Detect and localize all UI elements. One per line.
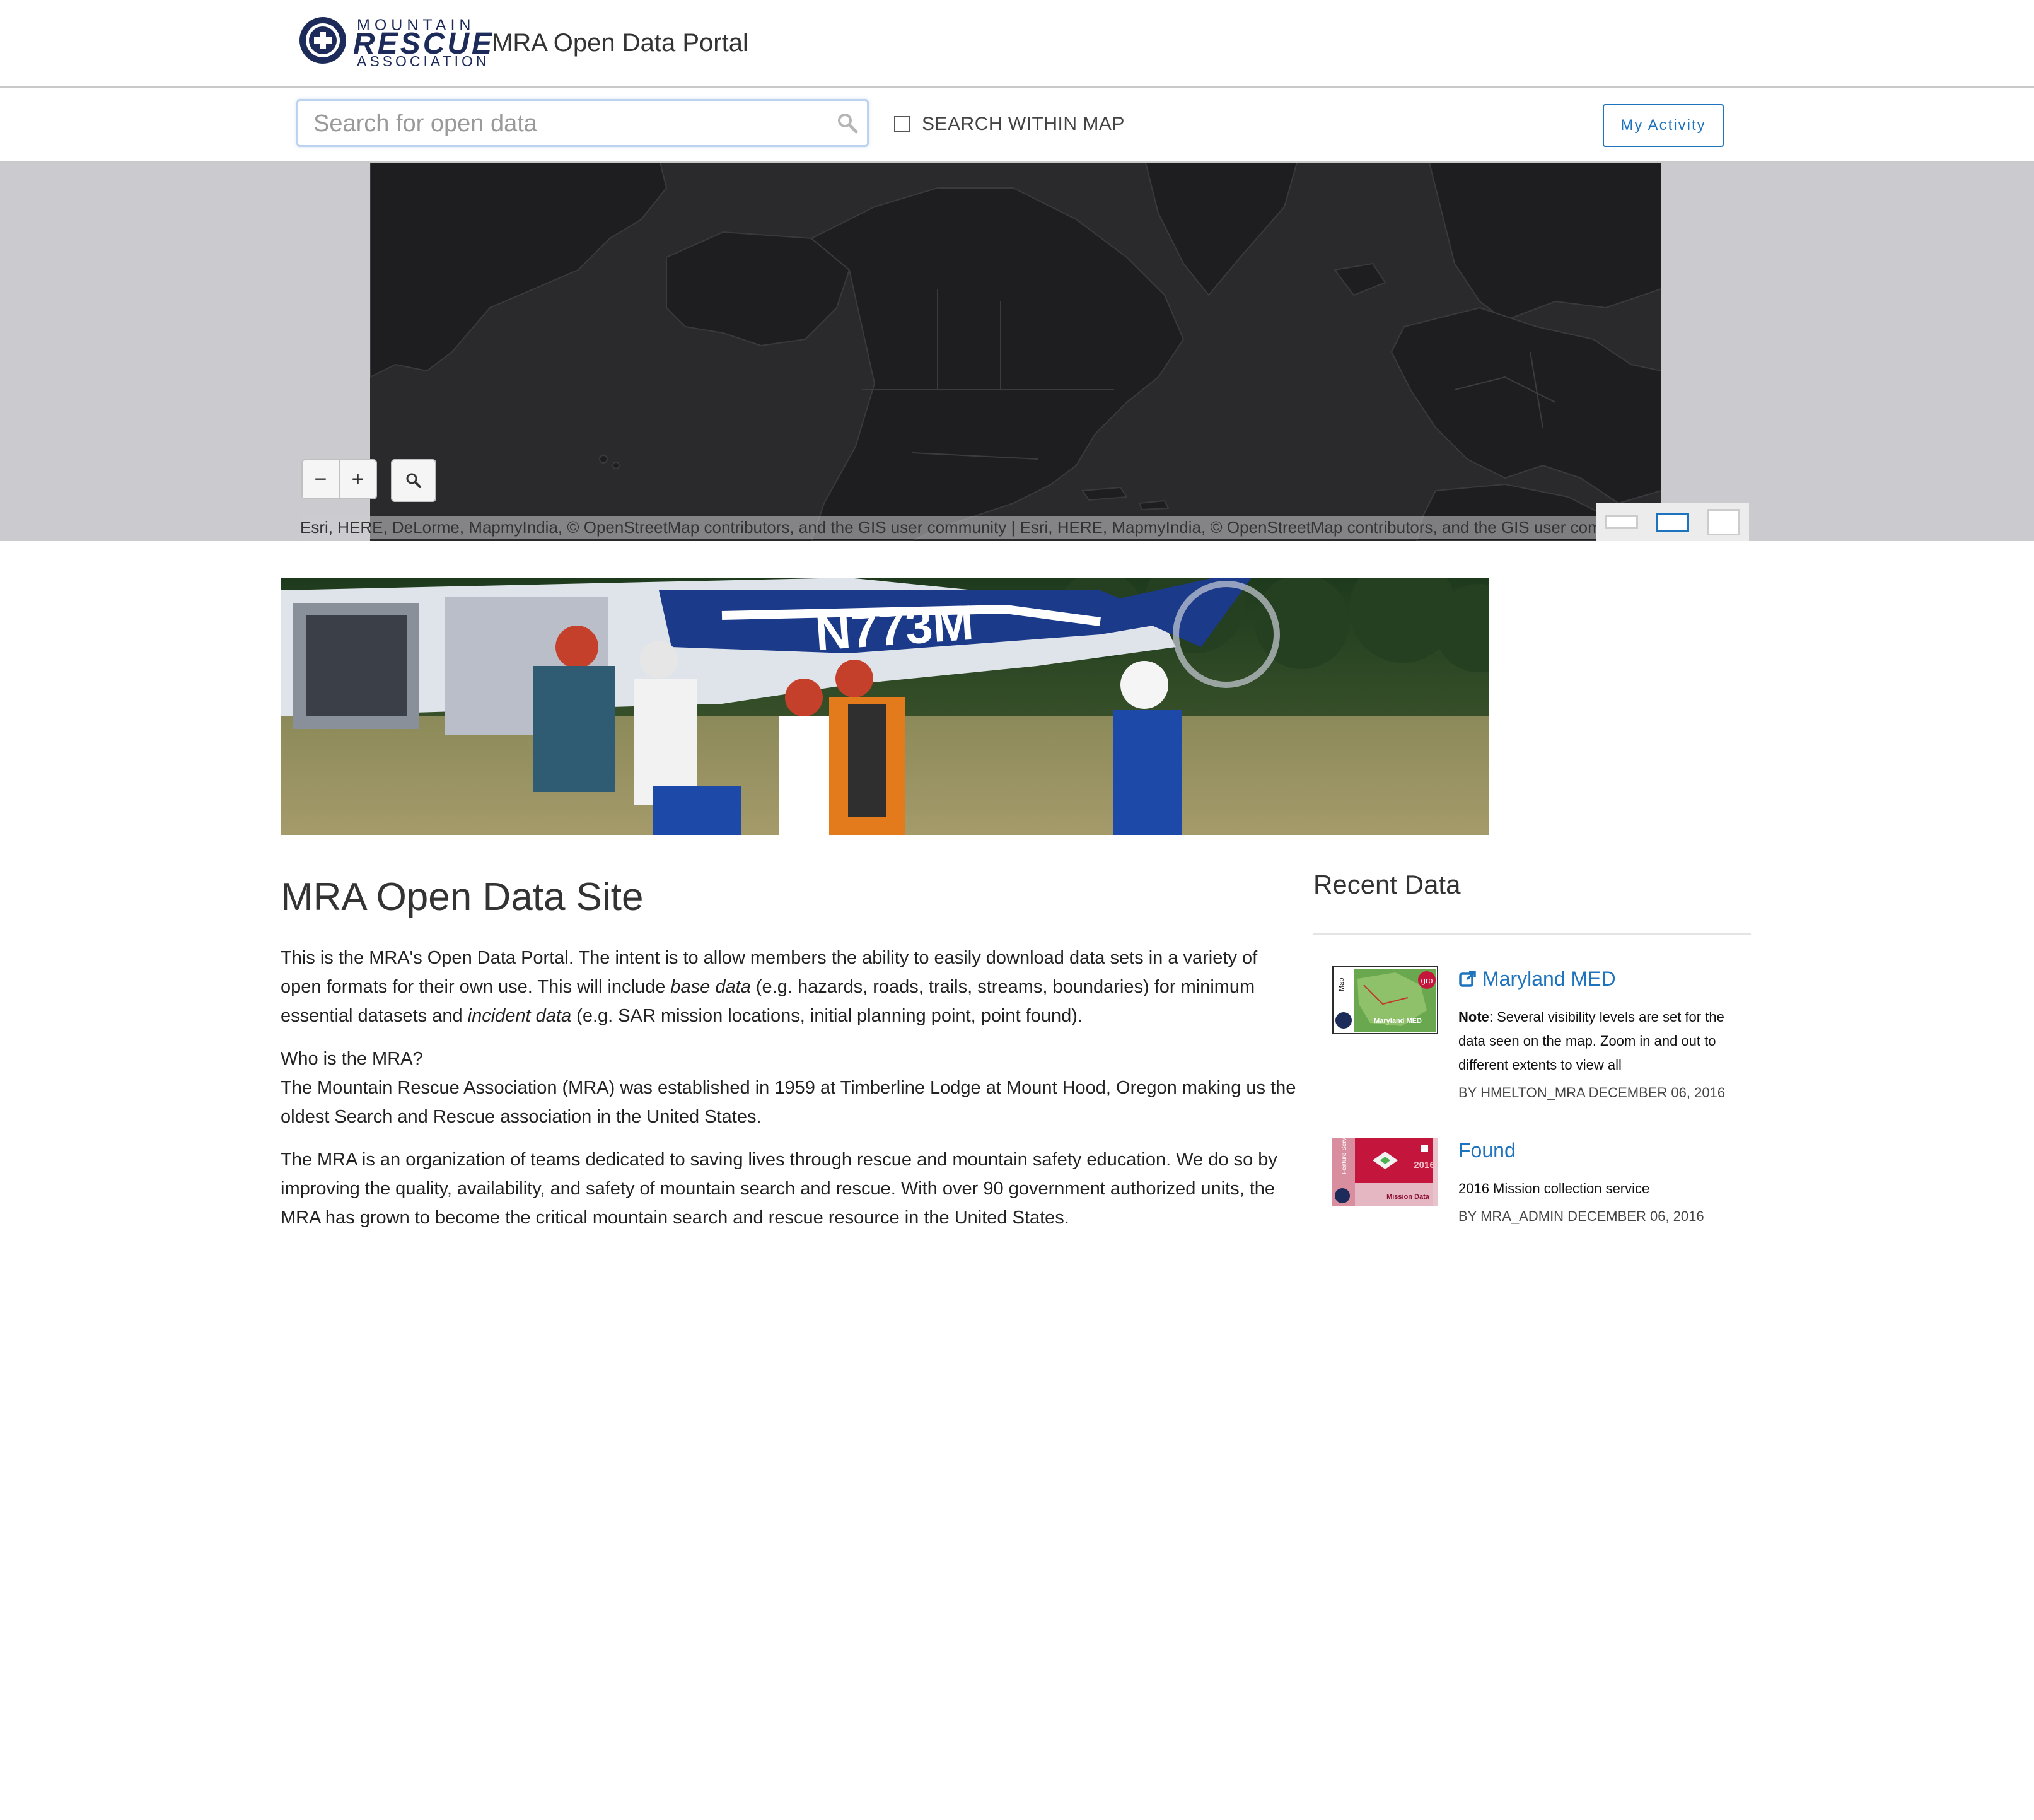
note-label: Note bbox=[1458, 1009, 1489, 1025]
zoom-in-button[interactable]: + bbox=[339, 460, 376, 498]
map-section: − + Esri, HERE, DeLorme, MapmyIndia, © O… bbox=[0, 163, 2034, 541]
thumb-caption: Mission Data bbox=[1386, 1193, 1430, 1201]
main-content: MRA Open Data Site This is the MRA's Ope… bbox=[281, 870, 1299, 1232]
external-link-icon bbox=[1459, 971, 1476, 987]
recent-item-maryland-med: grp Map Maryland MED Maryland MED Note: … bbox=[1313, 966, 1751, 1138]
intro-base-data-em: base data bbox=[670, 977, 751, 997]
intro-paragraph: This is the MRA's Open Data Portal. The … bbox=[281, 943, 1299, 1030]
recent-item-body: Found 2016 Mission collection service BY… bbox=[1458, 1138, 1736, 1230]
search-within-map-toggle[interactable]: SEARCH WITHIN MAP bbox=[894, 110, 1125, 138]
rescue-helicopter-photo: N773M bbox=[281, 578, 1489, 835]
basemap-option-medium-icon[interactable] bbox=[1656, 513, 1689, 532]
thumb-type-label: Feature Service bbox=[1341, 1138, 1348, 1174]
page-title: MRA Open Data Site bbox=[281, 875, 644, 919]
search-within-map-label: SEARCH WITHIN MAP bbox=[922, 114, 1125, 134]
search-toolbar: SEARCH WITHIN MAP My Activity bbox=[0, 88, 2034, 163]
search-box bbox=[296, 99, 869, 147]
who-text: The Mountain Rescue Association (MRA) wa… bbox=[281, 1078, 1296, 1127]
recent-item-found: 2016 Feature Service Mission Data Found … bbox=[1313, 1138, 1751, 1239]
portal-title[interactable]: MRA Open Data Portal bbox=[492, 29, 748, 57]
map-search-button[interactable] bbox=[391, 459, 436, 502]
found-link[interactable]: Found bbox=[1458, 1138, 1736, 1163]
who-heading: Who is the MRA? bbox=[281, 1049, 423, 1069]
basemap-switcher bbox=[1596, 503, 1749, 541]
zoom-controls: − + bbox=[301, 459, 377, 499]
search-input[interactable] bbox=[312, 101, 819, 146]
recent-data-sidebar: Recent Data grp Map Maryland MED Marylan… bbox=[1313, 865, 1751, 1239]
found-title: Found bbox=[1458, 1139, 1516, 1162]
map-attribution: Esri, HERE, DeLorme, MapmyIndia, © OpenS… bbox=[300, 516, 1598, 539]
intro-incident-data-em: incident data bbox=[467, 1006, 572, 1026]
svg-text:N773M: N773M bbox=[813, 595, 975, 661]
search-within-map-checkbox[interactable] bbox=[894, 116, 910, 132]
intro-text-c: (e.g. SAR mission locations, initial pla… bbox=[571, 1006, 1083, 1026]
my-activity-button[interactable]: My Activity bbox=[1603, 104, 1724, 147]
maryland-med-meta: BY HMELTON_MRA DECEMBER 06, 2016 bbox=[1458, 1085, 1726, 1100]
found-meta: BY MRA_ADMIN DECEMBER 06, 2016 bbox=[1458, 1208, 1704, 1224]
thumb-caption: Maryland MED bbox=[1374, 1017, 1422, 1025]
basemap-option-large-icon[interactable] bbox=[1707, 509, 1740, 535]
magnifier-icon bbox=[406, 473, 421, 488]
maryland-med-title: Maryland MED bbox=[1482, 967, 1616, 990]
logo-line-association: ASSOCIATION bbox=[357, 53, 490, 69]
found-thumbnail[interactable]: 2016 Feature Service Mission Data bbox=[1332, 1138, 1438, 1206]
who-paragraph: Who is the MRA? The Mountain Rescue Assoc… bbox=[281, 1044, 1299, 1131]
maryland-med-thumbnail[interactable]: grp Map Maryland MED bbox=[1332, 966, 1438, 1034]
note-text: : Several visibility levels are set for … bbox=[1458, 1009, 1724, 1073]
recent-data-heading: Recent Data bbox=[1313, 865, 1751, 935]
search-icon[interactable] bbox=[837, 112, 858, 134]
hero-banner-image: N773M bbox=[281, 578, 1489, 835]
mra-seal-icon bbox=[299, 17, 346, 64]
world-map[interactable] bbox=[370, 163, 1661, 541]
mra-logo[interactable]: MOUNTAIN RESCUE ASSOCIATION bbox=[299, 16, 492, 69]
basemap-option-small-icon[interactable] bbox=[1605, 515, 1639, 529]
site-header: MOUNTAIN RESCUE ASSOCIATION MRA Open Dat… bbox=[0, 0, 2034, 88]
zoom-out-button[interactable]: − bbox=[303, 460, 339, 498]
org-paragraph: The MRA is an organization of teams dedi… bbox=[281, 1150, 1277, 1228]
basemap-canvas bbox=[370, 163, 1661, 541]
thumb-year: 2016 bbox=[1414, 1160, 1434, 1170]
recent-item-body: Maryland MED Note: Several visibility le… bbox=[1458, 966, 1736, 1106]
thumb-badge-text: grp bbox=[1421, 976, 1433, 985]
thumb-type-label: Map bbox=[1338, 978, 1345, 991]
maryland-med-description: Note: Several visibility levels are set … bbox=[1458, 1005, 1736, 1077]
found-description: 2016 Mission collection service bbox=[1458, 1181, 1650, 1196]
maryland-med-link[interactable]: Maryland MED bbox=[1458, 966, 1736, 991]
